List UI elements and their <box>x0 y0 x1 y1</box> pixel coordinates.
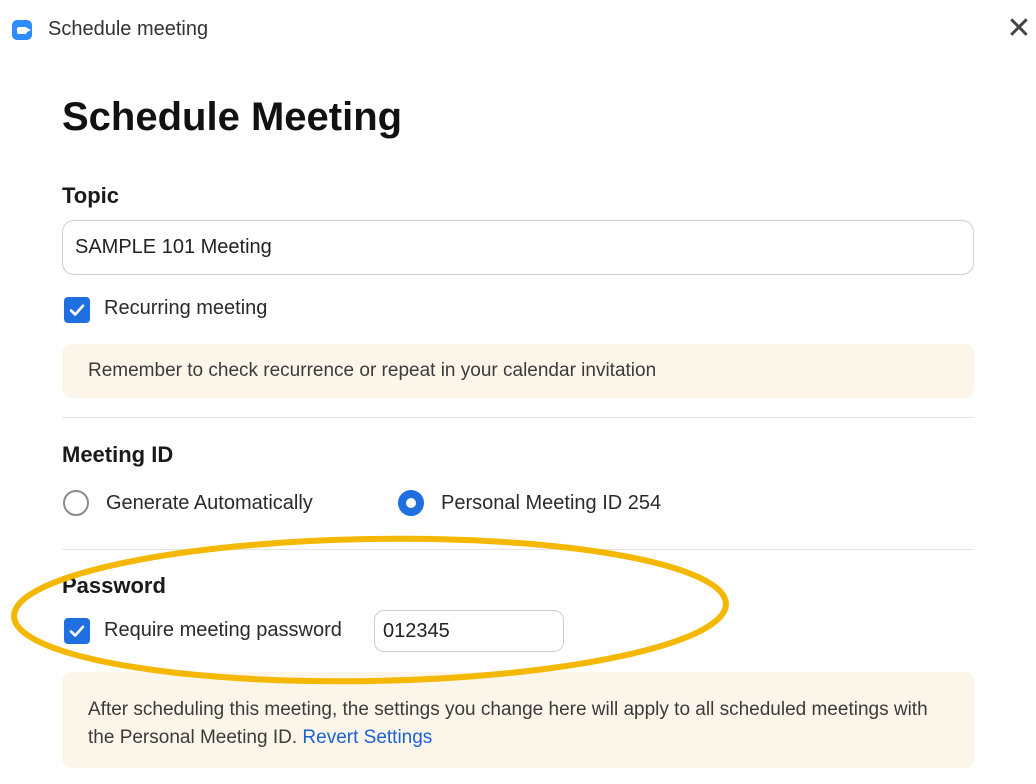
checkmark-icon <box>69 625 85 637</box>
password-label: Password <box>62 573 166 598</box>
personal-id-notice: After scheduling this meeting, the setti… <box>62 672 974 768</box>
generate-automatically-label: Generate Automatically <box>106 492 313 514</box>
recurring-meeting-checkbox[interactable] <box>64 297 90 323</box>
notice-text: After scheduling this meeting, the setti… <box>88 699 928 748</box>
page-title: Schedule Meeting <box>62 95 403 139</box>
revert-settings-link[interactable]: Revert Settings <box>302 727 432 748</box>
zoom-app-icon <box>12 20 32 40</box>
recurrence-notice: Remember to check recurrence or repeat i… <box>62 344 974 398</box>
personal-meeting-id-label: Personal Meeting ID 254 <box>441 492 662 514</box>
topic-label: Topic <box>62 183 120 208</box>
divider <box>62 417 974 418</box>
recurring-meeting-label: Recurring meeting <box>104 297 268 319</box>
meeting-id-label: Meeting ID <box>62 442 174 467</box>
require-password-label: Require meeting password <box>104 619 342 641</box>
title-bar: Schedule meeting ✕ <box>0 0 1036 60</box>
close-button[interactable]: ✕ <box>1004 14 1034 44</box>
topic-input[interactable] <box>62 220 974 275</box>
window-title: Schedule meeting <box>48 18 209 40</box>
generate-automatically-radio[interactable] <box>63 490 89 516</box>
require-password-checkbox[interactable] <box>64 618 90 644</box>
personal-meeting-id-radio[interactable] <box>398 490 424 516</box>
checkmark-icon <box>69 304 85 316</box>
password-input[interactable] <box>374 610 564 652</box>
divider <box>62 549 974 550</box>
